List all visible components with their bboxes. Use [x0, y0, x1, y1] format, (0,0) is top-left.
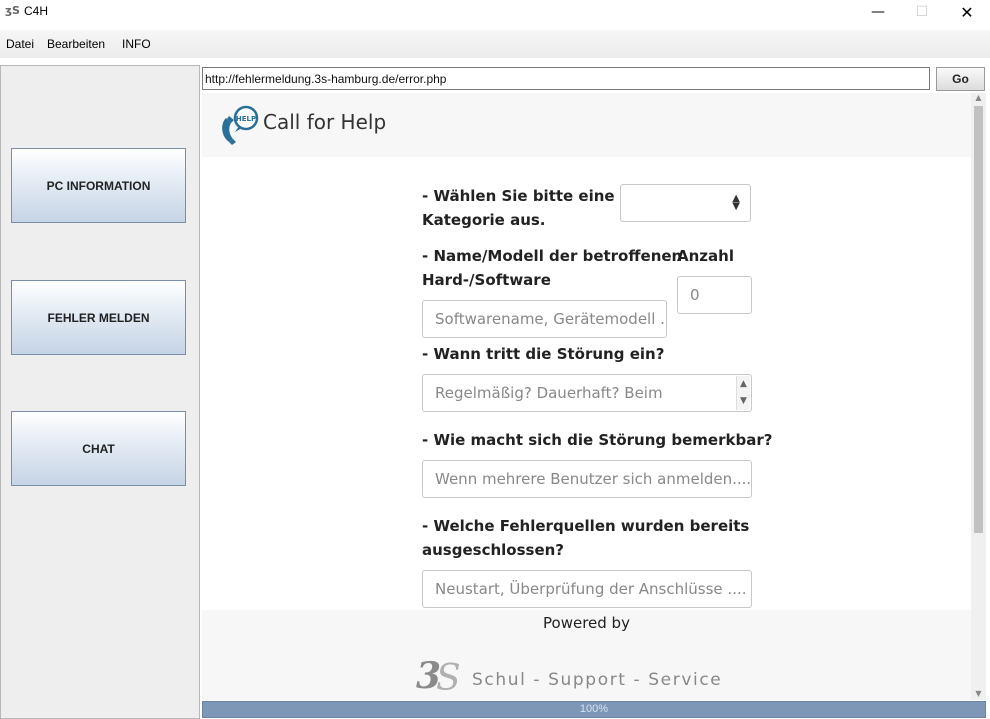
app-icon: ʒS	[5, 4, 20, 17]
scroll-down-arrow-icon[interactable]: ▼	[971, 689, 986, 700]
menu-datei[interactable]: Datei	[6, 37, 34, 51]
count-label: Anzahl	[677, 247, 734, 265]
pc-information-button[interactable]: PC INFORMATION	[11, 148, 186, 223]
sidebar: PC INFORMATION FEHLER MELDEN CHAT	[0, 65, 200, 719]
name-input[interactable]: Softwarename, Gerätemodell ...	[422, 300, 667, 338]
minimize-button[interactable]: —	[856, 0, 900, 24]
category-select[interactable]: ▲ ▼	[620, 184, 751, 222]
chat-button[interactable]: CHAT	[11, 411, 186, 486]
browser-viewport: HELP Call for Help - Wählen Sie bitte ei…	[202, 93, 971, 700]
how-label: - Wie macht sich die Störung bemerkbar?	[422, 431, 773, 449]
name-label-line2: Hard-/Software	[422, 271, 551, 289]
when-textarea[interactable]: Regelmäßig? Dauerhaft? Beim ▲ ▼	[422, 374, 752, 412]
maximize-button[interactable]: ☐	[900, 0, 944, 24]
when-label: - Wann tritt die Störung ein?	[422, 345, 665, 363]
sources-label-line2: ausgeschlossen?	[422, 541, 564, 559]
svg-text:HELP: HELP	[236, 115, 256, 123]
window-title: C4H	[24, 4, 49, 18]
textarea-scroll[interactable]: ▲ ▼	[736, 376, 750, 410]
page-title: Call for Help	[263, 110, 387, 134]
scroll-up-arrow-icon[interactable]: ▲	[971, 93, 986, 104]
page-footer: Powered by 3 S Schul - Support - Service	[202, 610, 971, 700]
page-header: HELP Call for Help	[202, 93, 971, 157]
menu-bearbeiten[interactable]: Bearbeiten	[47, 37, 105, 51]
powered-by-text: Powered by	[543, 614, 630, 632]
category-label-line1: - Wählen Sie bitte eine	[422, 187, 615, 205]
name-label-line1: - Name/Modell der betroffenen	[422, 247, 683, 265]
count-input[interactable]: 0	[677, 276, 752, 314]
go-button[interactable]: Go	[936, 67, 985, 91]
help-phone-icon: HELP	[222, 105, 259, 145]
close-button[interactable]: ✕	[945, 0, 989, 24]
fehler-melden-button[interactable]: FEHLER MELDEN	[11, 280, 186, 355]
vertical-scrollbar[interactable]: ▲ ▼	[971, 93, 986, 700]
sources-label-line1: - Welche Fehlerquellen wurden bereits	[422, 517, 750, 535]
url-input[interactable]: http://fehlermeldung.3s-hamburg.de/error…	[202, 67, 930, 90]
3s-logo-icon: 3 S	[416, 656, 461, 694]
sources-input[interactable]: Neustart, Überprüfung der Anschlüsse ...…	[422, 570, 752, 608]
scroll-down-icon[interactable]: ▼	[737, 393, 750, 410]
menu-info[interactable]: INFO	[122, 37, 151, 51]
svg-text:S: S	[436, 658, 461, 694]
select-arrows-icon: ▲ ▼	[732, 193, 740, 212]
category-label-line2: Kategorie aus.	[422, 211, 546, 229]
title-bar: ʒS C4H — ☐ ✕	[0, 0, 990, 24]
when-placeholder: Regelmäßig? Dauerhaft? Beim	[435, 384, 663, 402]
progress-text: 100%	[579, 703, 609, 715]
progress-bar: 100%	[202, 701, 986, 718]
how-input[interactable]: Wenn mehrere Benutzer sich anmelden....	[422, 460, 752, 498]
scroll-up-icon[interactable]: ▲	[737, 376, 750, 393]
menu-bar: Datei Bearbeiten INFO	[0, 30, 990, 58]
scroll-thumb[interactable]	[974, 106, 983, 533]
brand-name: Schul - Support - Service	[472, 670, 723, 690]
